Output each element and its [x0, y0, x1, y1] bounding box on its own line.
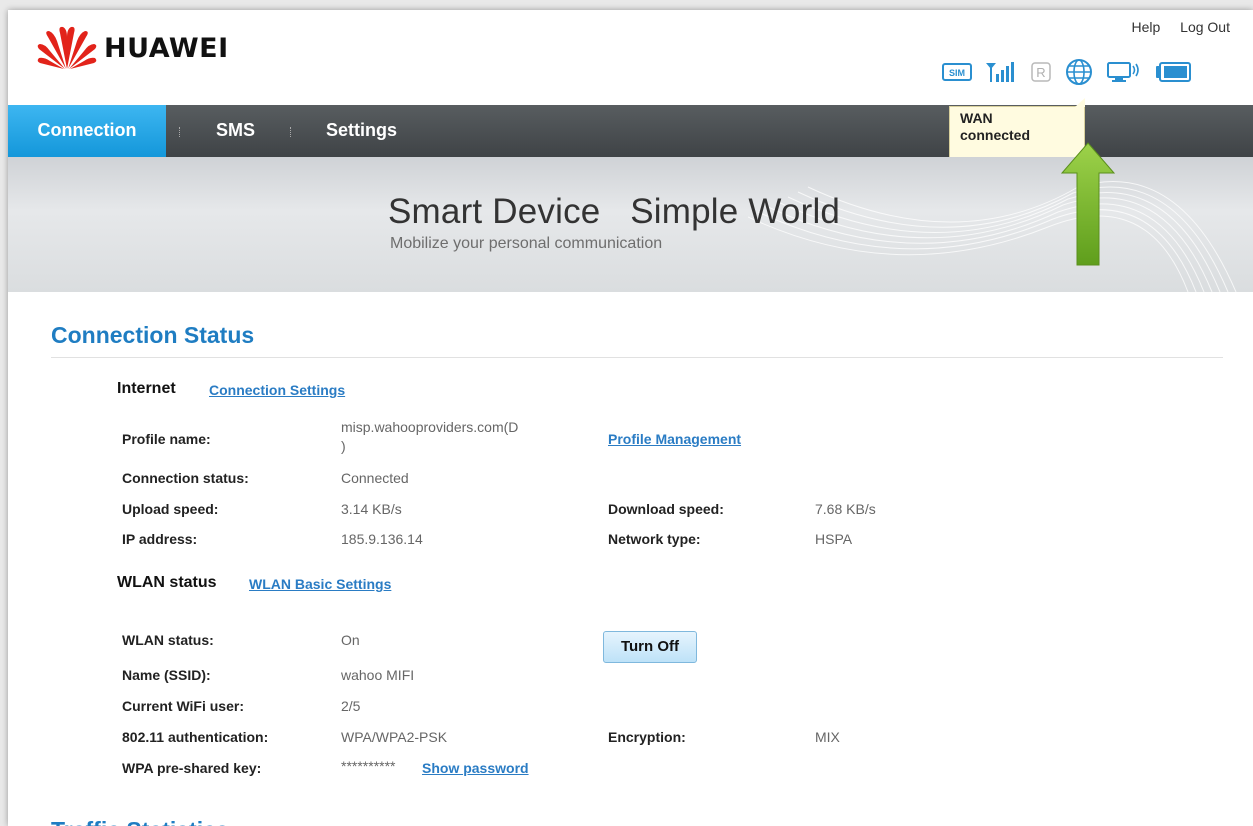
- wlan-basic-settings-link[interactable]: WLAN Basic Settings: [249, 576, 391, 592]
- logout-link[interactable]: Log Out: [1180, 19, 1230, 35]
- download-speed-value: 7.68 KB/s: [815, 501, 876, 517]
- download-speed-label: Download speed:: [608, 501, 724, 517]
- monitor-icon[interactable]: [1106, 60, 1142, 84]
- page-title: Connection Status: [51, 322, 255, 348]
- tab-settings[interactable]: Settings: [326, 105, 397, 157]
- tooltip-tail: [1075, 98, 1085, 107]
- wifi-user-value: 2/5: [341, 698, 361, 714]
- divider: [51, 357, 1223, 358]
- status-icons: SIM R: [942, 58, 1191, 86]
- huawei-logo[interactable]: HUAWEI: [36, 25, 229, 71]
- ssid-value: wahoo MIFI: [341, 667, 415, 683]
- sim-icon[interactable]: SIM: [942, 61, 972, 83]
- psk-label: WPA pre-shared key:: [122, 760, 262, 776]
- header: HUAWEI Help Log Out SIM R: [8, 10, 1253, 105]
- globe-icon[interactable]: [1065, 58, 1093, 86]
- connection-settings-link[interactable]: Connection Settings: [209, 382, 345, 398]
- encryption-value: MIX: [815, 729, 840, 745]
- turn-off-button[interactable]: Turn Off: [603, 631, 697, 663]
- wifi-user-label: Current WiFi user:: [122, 698, 244, 714]
- battery-icon[interactable]: [1155, 61, 1191, 83]
- nav-separator: [290, 127, 293, 137]
- connection-status-value: Connected: [341, 470, 409, 486]
- profile-name-label: Profile name:: [122, 431, 211, 447]
- profile-name-value: misp.wahooproviders.com(D: [341, 419, 519, 435]
- tab-sms[interactable]: SMS: [216, 105, 255, 157]
- help-link[interactable]: Help: [1131, 19, 1160, 35]
- browser-viewport: HUAWEI Help Log Out SIM R Connection SMS…: [8, 10, 1253, 826]
- ip-address-value: 185.9.136.14: [341, 531, 423, 547]
- authentication-value: WPA/WPA2-PSK: [341, 729, 448, 745]
- top-links: Help Log Out: [1115, 19, 1230, 35]
- nav-separator: [179, 127, 182, 137]
- ip-address-label: IP address:: [122, 531, 198, 547]
- brand-name: HUAWEI: [104, 32, 229, 64]
- traffic-statistics-title: Traffic Statistics: [51, 817, 229, 826]
- wlan-status-label: WLAN status:: [122, 632, 214, 648]
- tooltip-line1: WAN: [960, 110, 993, 126]
- upload-speed-value: 3.14 KB/s: [341, 501, 402, 517]
- upload-speed-label: Upload speed:: [122, 501, 219, 517]
- wlan-status-value: On: [341, 632, 360, 648]
- signal-icon[interactable]: [985, 60, 1017, 84]
- profile-management-link[interactable]: Profile Management: [608, 431, 741, 447]
- encryption-label: Encryption:: [608, 729, 686, 745]
- annotation-arrow-icon: [1060, 142, 1116, 266]
- psk-value: **********: [341, 758, 396, 774]
- connection-status-label: Connection status:: [122, 470, 249, 486]
- ssid-label: Name (SSID):: [122, 667, 211, 683]
- show-password-link[interactable]: Show password: [422, 760, 529, 776]
- internet-heading: Internet: [117, 380, 176, 397]
- banner-subtitle: Mobilize your personal communication: [390, 235, 663, 252]
- tooltip-line2: connected: [960, 127, 1031, 143]
- huawei-petal-icon: [37, 26, 97, 69]
- banner-title: Smart Device Simple World: [388, 192, 841, 231]
- profile-name-value-continued: ): [341, 438, 346, 454]
- wlan-heading: WLAN status: [117, 574, 217, 591]
- network-type-value: HSPA: [815, 531, 853, 547]
- tab-connection[interactable]: Connection: [8, 105, 166, 157]
- network-type-label: Network type:: [608, 531, 701, 547]
- sim-label: SIM: [949, 68, 965, 78]
- authentication-label: 802.11 authentication:: [122, 729, 269, 745]
- roaming-icon[interactable]: R: [1030, 61, 1052, 83]
- roaming-label: R: [1036, 65, 1045, 80]
- main-content: Connection Status Internet Connection Se…: [8, 292, 1253, 826]
